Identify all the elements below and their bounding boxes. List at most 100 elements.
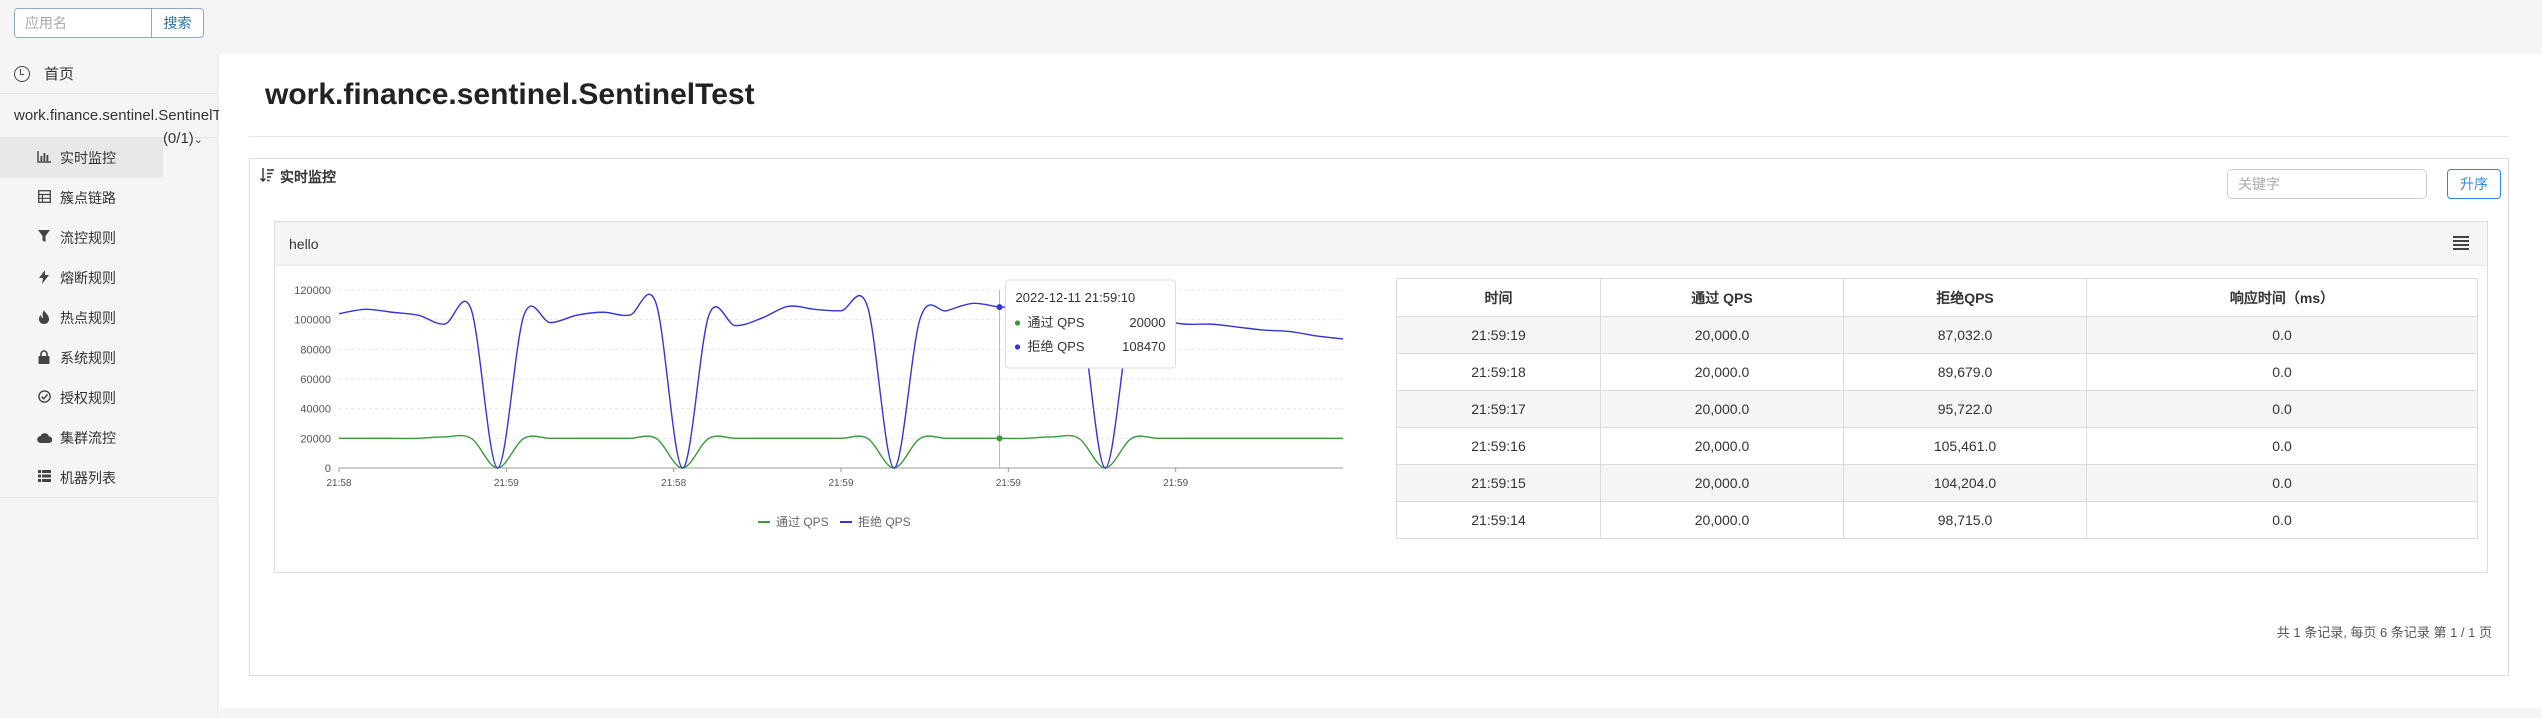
divider — [249, 136, 2509, 137]
resource-name: hello — [289, 235, 319, 252]
sidebar-item-machine-list[interactable]: 机器列表 — [0, 458, 217, 498]
y-tick-label: 100000 — [294, 315, 331, 327]
table-cell: 0.0 — [2086, 353, 2478, 391]
page-title: work.finance.sentinel.SentinelTest — [265, 78, 755, 111]
fire-icon — [36, 309, 52, 327]
cloud-icon — [36, 431, 52, 446]
sidebar-item-label: 热点规则 — [60, 310, 116, 326]
table-cell: 89,679.0 — [1843, 353, 2087, 391]
table-cell: 20,000.0 — [1600, 316, 1844, 354]
table-cell: 0.0 — [2086, 464, 2478, 502]
tooltip-marker — [1014, 320, 1021, 326]
table-cell: 0.0 — [2086, 501, 2478, 539]
clock-icon — [14, 65, 30, 82]
tooltip-marker — [1014, 344, 1021, 350]
table-cell: 98,715.0 — [1843, 501, 2087, 539]
x-tick-label: 21:59 — [996, 478, 1021, 489]
sidebar-item-label: 流控规则 — [60, 230, 116, 246]
sidebar-app-name: work.finance.sentinel.SentinelTest — [14, 107, 240, 124]
table-header-row: 时间 通过 QPS 拒绝QPS 响应时间（ms） — [1396, 278, 2478, 317]
table-icon — [36, 190, 52, 206]
table-cell: 0.0 — [2086, 390, 2478, 428]
y-tick-label: 0 — [325, 463, 331, 475]
table-row: 21:59:18 20,000.0 89,679.0 0.0 — [1396, 353, 2478, 391]
menu-icon[interactable] — [2453, 236, 2469, 250]
sidebar-home-label: 首页 — [44, 66, 75, 83]
resource-card-header: hello — [275, 222, 2487, 266]
sidebar-item-hotspot-rules[interactable]: 热点规则 — [0, 298, 217, 338]
sidebar-item-cluster-flow[interactable]: 集群流控 — [0, 418, 217, 458]
tooltip-title: 2022-12-11 21:59:10 — [1016, 290, 1136, 305]
metrics-table-wrapper: 时间 通过 QPS 拒绝QPS 响应时间（ms） 21:59:19 20,000.… — [1396, 278, 2478, 539]
table-row: 21:59:16 20,000.0 105,461.0 0.0 — [1396, 427, 2478, 465]
pagination-summary: 共 1 条记录, 每页 6 条记录 第 1 / 1 页 — [2276, 625, 2492, 640]
list-icon — [36, 470, 52, 485]
table-row: 21:59:15 20,000.0 104,204.0 0.0 — [1396, 464, 2478, 502]
table-cell: 95,722.0 — [1843, 390, 2087, 428]
sort-amount-icon — [260, 168, 274, 186]
column-header-block-qps: 拒绝QPS — [1843, 278, 2087, 317]
table-cell: 21:59:14 — [1396, 501, 1601, 539]
legend-label: 通过 QPS — [776, 515, 829, 529]
qps-line-chart: 0 20000 40000 60000 80000 100000 120000 21:58 21… — [294, 279, 1344, 529]
table-cell: 0.0 — [2086, 427, 2478, 465]
x-tick-label: 21:58 — [326, 478, 351, 489]
check-circle-icon — [36, 390, 52, 406]
y-tick-label: 80000 — [300, 344, 331, 356]
sidebar-item-cluster-link[interactable]: 簇点链路 — [0, 178, 217, 218]
table-cell: 21:59:17 — [1396, 390, 1601, 428]
sidebar-item-home[interactable]: 首页 — [0, 54, 217, 94]
metrics-table: 时间 通过 QPS 拒绝QPS 响应时间（ms） 21:59:19 20,000.… — [1396, 278, 2478, 539]
keyword-search-input[interactable] — [2227, 169, 2427, 199]
sidebar-item-degrade-rules[interactable]: 熔断规则 — [0, 258, 217, 298]
tooltip-series-value: 108470 — [1122, 339, 1165, 354]
sidebar-item-label: 实时监控 — [60, 150, 116, 166]
app-search-box: 搜索 — [14, 8, 204, 38]
chevron-down-icon: ⌄ — [193, 134, 203, 146]
tooltip-series-name: 通过 QPS — [1028, 315, 1085, 330]
tooltip-series-value: 20000 — [1129, 315, 1165, 330]
table-cell: 20,000.0 — [1600, 353, 1844, 391]
bar-chart-icon — [36, 150, 52, 166]
pass-qps-hover-point — [996, 435, 1003, 442]
x-tick-label: 21:59 — [494, 478, 519, 489]
sidebar-item-auth-rules[interactable]: 授权规则 — [0, 378, 217, 418]
table-cell: 20,000.0 — [1600, 390, 1844, 428]
sort-ascending-button[interactable]: 升序 — [2447, 169, 2501, 199]
block-qps-line — [338, 293, 1344, 469]
table-cell: 104,204.0 — [1843, 464, 2087, 502]
y-tick-label: 120000 — [294, 285, 331, 297]
sidebar-item-flow-rules[interactable]: 流控规则 — [0, 218, 217, 258]
table-cell: 20,000.0 — [1600, 501, 1844, 539]
panel-header: 实时监控 — [260, 167, 336, 187]
sidebar-item-label: 系统规则 — [60, 350, 116, 366]
sidebar: 首页 work.finance.sentinel.SentinelTest (0… — [0, 54, 240, 718]
main-content: work.finance.sentinel.SentinelTest 实时监控 … — [219, 54, 2542, 708]
table-row: 21:59:19 20,000.0 87,032.0 0.0 — [1396, 316, 2478, 354]
y-tick-label: 60000 — [300, 374, 331, 386]
flash-icon — [36, 269, 52, 287]
sidebar-item-label: 机器列表 — [60, 469, 116, 486]
table-cell: 21:59:16 — [1396, 427, 1601, 465]
panel-title: 实时监控 — [280, 169, 336, 185]
realtime-monitor-panel: 实时监控 升序 hello 0 20000 40000 60000 80000 10000… — [249, 158, 2509, 676]
column-header-time: 时间 — [1396, 278, 1601, 317]
x-tick-label: 21:59 — [828, 478, 853, 489]
sidebar-item-system-rules[interactable]: 系统规则 — [0, 338, 217, 378]
table-cell: 21:59:18 — [1396, 353, 1601, 391]
search-button[interactable]: 搜索 — [151, 9, 203, 37]
table-cell: 20,000.0 — [1600, 427, 1844, 465]
sidebar-app-entry[interactable]: work.finance.sentinel.SentinelTest (0/1)… — [0, 94, 240, 147]
top-bar: 搜索 — [0, 0, 2542, 54]
sidebar-item-label: 熔断规则 — [60, 270, 116, 286]
sidebar-item-label: 簇点链路 — [60, 190, 116, 206]
block-qps-hover-point — [996, 304, 1003, 311]
sidebar-app-count: (0/1) — [162, 130, 194, 147]
filter-icon — [36, 230, 52, 246]
app-search-input[interactable] — [15, 9, 151, 37]
sidebar-item-realtime-monitor[interactable]: 实时监控 — [0, 138, 163, 178]
sidebar-item-label: 集群流控 — [60, 430, 116, 446]
x-tick-label: 21:58 — [661, 478, 686, 489]
table-cell: 87,032.0 — [1843, 316, 2087, 354]
x-tick-label: 21:59 — [1163, 478, 1188, 489]
